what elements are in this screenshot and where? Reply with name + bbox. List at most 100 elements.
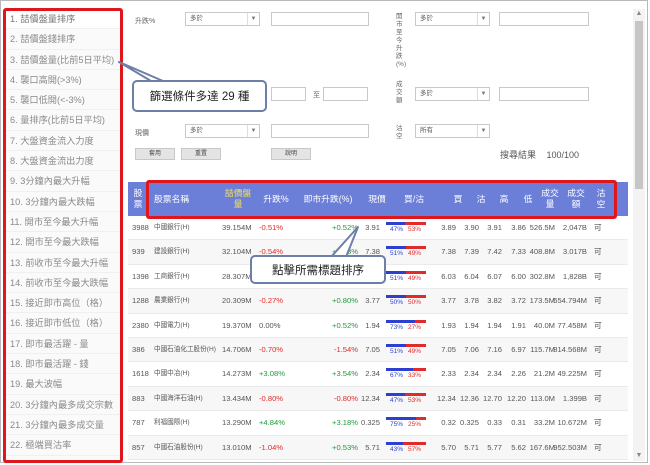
cell-high: 5.77 bbox=[487, 442, 502, 452]
open-change-operator-select[interactable]: 多於 ▼ bbox=[415, 12, 490, 26]
cell-ask: 6.04 bbox=[464, 271, 479, 281]
buy-sell-ratio: 43% 57% bbox=[386, 441, 426, 455]
cell-ask: 2.34 bbox=[464, 369, 479, 379]
table-row[interactable]: 386 中國石油化工股份(H) 14.706M -0.70% -1.54% 7.05 7.0… bbox=[128, 338, 628, 363]
price-operator-select[interactable]: 多於 ▼ bbox=[185, 124, 260, 138]
reset-button[interactable]: 重置 bbox=[181, 148, 221, 160]
cell-amt: 3.017B bbox=[562, 247, 587, 257]
range-from-input[interactable] bbox=[271, 87, 306, 101]
cell-change: 0.00% bbox=[259, 320, 281, 330]
cell-abnormal: 14.273M bbox=[222, 369, 252, 379]
open-change-filter-label: 開市至今升跌(%) bbox=[396, 13, 407, 68]
cell-price: 3.91 bbox=[365, 223, 380, 232]
scroll-down-icon[interactable]: ▼ bbox=[633, 451, 645, 461]
cell-short: 可 bbox=[594, 393, 602, 403]
cell-code[interactable]: 1288 bbox=[132, 289, 150, 313]
cell-code[interactable]: 787 bbox=[132, 411, 150, 435]
cell-code[interactable]: 386 bbox=[132, 338, 150, 362]
cell-high: 3.91 bbox=[487, 223, 502, 232]
cell-price: 7.05 bbox=[365, 345, 380, 354]
cell-code[interactable]: 2380 bbox=[132, 314, 150, 338]
col-header-code[interactable]: 股票 bbox=[128, 182, 148, 216]
cell-name[interactable]: 農業銀行(H) bbox=[154, 289, 216, 313]
cell-name[interactable]: 中國中冶(H) bbox=[154, 362, 216, 386]
buy-ratio-text: 67% bbox=[390, 372, 404, 380]
table-row[interactable]: 1288 農業銀行(H) 20.309M -0.27% +0.80% 3.77 3.77 3.… bbox=[128, 289, 628, 314]
apply-button[interactable]: 套用 bbox=[135, 148, 175, 160]
cell-high: 2.34 bbox=[487, 369, 502, 379]
buy-sell-ratio: 50% 50% bbox=[386, 295, 426, 308]
result-label: 搜尋結果 bbox=[500, 150, 537, 160]
table-row[interactable]: 1618 中國中冶(H) 14.273M +3.08% +3.54% 2.34 2.33 2.… bbox=[128, 362, 628, 387]
cell-amt: 654.794M bbox=[553, 296, 587, 306]
cell-amt: 814.568M bbox=[553, 345, 587, 354]
buy-sell-ratio: 75% 25% bbox=[386, 417, 426, 430]
short-operator-select[interactable]: 所有 ▼ bbox=[415, 124, 490, 138]
callout-sort: 點擊所需標題排序 bbox=[250, 255, 386, 284]
cell-bid: 3.77 bbox=[441, 296, 456, 306]
cell-code[interactable]: 1398 bbox=[132, 265, 150, 289]
cell-code[interactable]: 1618 bbox=[132, 362, 150, 386]
table-row[interactable]: 3988 中國銀行(H) 39.154M -0.51% +0.52% 3.91 3.89 3.… bbox=[128, 216, 628, 241]
cell-change: -1.04% bbox=[259, 442, 284, 452]
cell-abnormal: 13.290M bbox=[222, 418, 252, 428]
cell-name[interactable]: 中國石油化工股份(H) bbox=[154, 338, 216, 362]
chevron-down-icon: ▼ bbox=[477, 13, 489, 25]
cell-vol: 167.6M bbox=[529, 442, 555, 452]
cell-name[interactable]: 建設銀行(H) bbox=[154, 240, 216, 264]
change-value-input[interactable] bbox=[271, 12, 369, 26]
cell-vol: 115.7M bbox=[530, 345, 555, 354]
cell-name[interactable]: 中國海洋石油(H) bbox=[154, 387, 216, 411]
cell-name[interactable]: 工商銀行(H) bbox=[154, 265, 216, 289]
table-row[interactable]: 883 中國海洋石油(H) 13.434M -0.80% -0.80% 12.34 12.3… bbox=[128, 386, 628, 412]
cell-name[interactable]: 中國石油股份(H) bbox=[154, 436, 216, 460]
buy-ratio-text: 73% bbox=[390, 323, 404, 331]
cell-ask: 7.39 bbox=[464, 247, 479, 257]
sell-ratio-text: 49% bbox=[408, 250, 422, 258]
cell-abnormal: 14.706M bbox=[222, 345, 252, 354]
sell-ratio-text: 49% bbox=[408, 274, 422, 282]
cell-name[interactable]: 中國電力(H) bbox=[154, 314, 216, 338]
cell-abnormal: 20.309M bbox=[222, 296, 252, 306]
cell-low: 3.86 bbox=[511, 223, 526, 232]
buy-ratio-text: 47% bbox=[390, 396, 404, 404]
table-row[interactable]: 787 利福國際(H) 13.290M +4.84% +3.18% 0.325 0.32 0.… bbox=[128, 411, 628, 436]
turnover-value-input[interactable] bbox=[499, 87, 589, 101]
buy-sell-ratio: 51% 49% bbox=[386, 270, 426, 284]
scroll-up-icon[interactable]: ▲ bbox=[633, 9, 645, 19]
cell-short: 可 bbox=[594, 247, 602, 257]
change-operator-select[interactable]: 多於 ▼ bbox=[185, 12, 260, 26]
cell-bid: 7.38 bbox=[441, 247, 456, 257]
cell-short: 可 bbox=[594, 345, 602, 354]
help-button[interactable]: 說明 bbox=[271, 148, 311, 160]
cell-code[interactable]: 3988 bbox=[132, 216, 150, 240]
cell-vol: 113.0M bbox=[530, 393, 555, 403]
open-change-value-input[interactable] bbox=[499, 12, 589, 26]
cell-price: 2.34 bbox=[365, 369, 380, 379]
range-to-input[interactable] bbox=[323, 87, 368, 101]
cell-amt: 1,828B bbox=[562, 271, 587, 281]
price-value-input[interactable] bbox=[271, 124, 369, 138]
cell-code[interactable]: 939 bbox=[132, 240, 150, 264]
buy-sell-ratio: 73% 27% bbox=[386, 319, 426, 333]
cell-ask: 5.71 bbox=[464, 442, 479, 452]
table-row[interactable]: 2380 中國電力(H) 19.370M 0.00% +0.52% 1.94 1.93 1.9… bbox=[128, 314, 628, 338]
table-row[interactable]: 857 中國石油股份(H) 13.010M -1.04% +0.53% 5.71 5.70 5… bbox=[128, 435, 628, 460]
turnover-operator-select[interactable]: 多於 ▼ bbox=[415, 87, 490, 101]
cell-change: -0.80% bbox=[259, 393, 284, 403]
cell-code[interactable]: 857 bbox=[132, 436, 150, 460]
cell-bid: 7.05 bbox=[441, 345, 456, 354]
cell-price: 12.34 bbox=[360, 393, 380, 403]
cell-name[interactable]: 中國銀行(H) bbox=[154, 216, 216, 240]
vertical-scrollbar[interactable]: ▲ ▼ bbox=[633, 9, 645, 461]
cell-low: 5.62 bbox=[511, 442, 526, 452]
cell-bid: 6.03 bbox=[441, 271, 456, 281]
cell-price: 3.77 bbox=[365, 296, 380, 306]
cell-high: 3.82 bbox=[487, 296, 502, 306]
buy-ratio-text: 75% bbox=[390, 421, 404, 429]
scrollbar-thumb[interactable] bbox=[635, 21, 643, 189]
cell-name[interactable]: 利福國際(H) bbox=[154, 411, 216, 435]
sell-ratio-text: 57% bbox=[408, 445, 422, 453]
cell-code[interactable]: 883 bbox=[132, 387, 150, 411]
cell-high: 12.70 bbox=[482, 393, 502, 403]
